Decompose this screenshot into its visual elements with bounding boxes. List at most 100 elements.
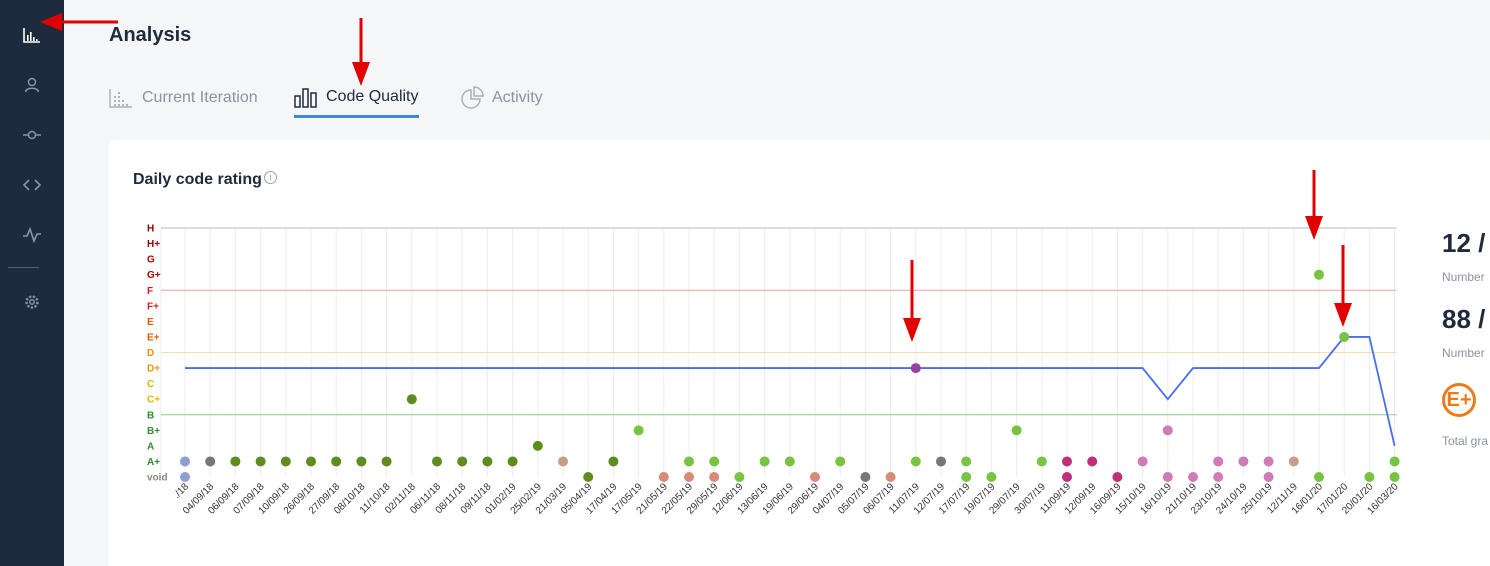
user-icon bbox=[24, 77, 40, 93]
daily-code-rating-chart: voidA+AB+BC+CD+DE+EF+FG+GH+H./1804/09/18… bbox=[147, 224, 1401, 517]
rating-point bbox=[482, 456, 493, 467]
tab-label: Current Iteration bbox=[142, 89, 258, 106]
rating-point bbox=[734, 472, 745, 482]
rating-point bbox=[986, 472, 997, 482]
rating-point bbox=[608, 456, 619, 467]
tab-label: Code Quality bbox=[326, 87, 419, 105]
commit-icon bbox=[23, 130, 41, 140]
page-title: Analysis bbox=[109, 24, 192, 46]
rating-point bbox=[331, 456, 342, 467]
rating-point bbox=[1263, 456, 1274, 467]
gear-icon bbox=[25, 295, 39, 309]
rating-point bbox=[280, 456, 291, 467]
rating-point bbox=[1389, 472, 1400, 482]
rating-point bbox=[961, 472, 972, 482]
rating-point bbox=[936, 456, 946, 467]
rating-point bbox=[1263, 472, 1274, 482]
sidebar-item-activity[interactable] bbox=[0, 215, 64, 255]
rating-point bbox=[1036, 456, 1047, 467]
y-tick-label: C bbox=[147, 379, 154, 390]
code-icon bbox=[22, 179, 42, 191]
rating-point bbox=[709, 472, 720, 482]
rating-point bbox=[432, 456, 442, 467]
rating-point bbox=[356, 456, 367, 467]
rating-point bbox=[507, 456, 518, 467]
y-tick-label: void bbox=[147, 473, 168, 484]
y-tick-label: H bbox=[147, 224, 154, 235]
rating-point bbox=[180, 456, 190, 467]
rating-point bbox=[230, 456, 241, 467]
rating-point bbox=[180, 472, 190, 482]
info-icon[interactable]: i bbox=[263, 171, 277, 184]
rating-point bbox=[684, 456, 694, 467]
rating-point bbox=[759, 456, 770, 467]
tab-label: Activity bbox=[492, 89, 543, 106]
y-tick-label: G bbox=[147, 255, 155, 266]
rating-point bbox=[1162, 472, 1173, 482]
rating-point bbox=[1389, 456, 1400, 467]
pie-chart-icon bbox=[461, 86, 484, 109]
sidebar-item-code[interactable] bbox=[0, 165, 64, 205]
rating-point bbox=[835, 456, 846, 467]
rating-point bbox=[255, 456, 266, 467]
rating-point bbox=[1188, 472, 1198, 482]
stat-value-2: 88 / bbox=[1442, 304, 1486, 334]
bar-chart-icon bbox=[294, 87, 317, 108]
rating-point bbox=[860, 472, 871, 482]
rating-point bbox=[910, 456, 921, 467]
rating-point bbox=[1112, 472, 1123, 482]
x-tick-label: ./18 bbox=[172, 481, 192, 501]
annotation-arrow bbox=[1305, 170, 1323, 240]
sidebar-item-user[interactable] bbox=[0, 65, 64, 105]
stat-value-1: 12 / bbox=[1442, 228, 1486, 258]
rating-point bbox=[1137, 456, 1148, 467]
y-tick-label: E bbox=[147, 317, 154, 328]
rating-point bbox=[684, 472, 694, 482]
card-title-text: Daily code rating bbox=[133, 171, 262, 188]
stat-label-1: Number bbox=[1442, 270, 1485, 284]
rating-point bbox=[658, 472, 669, 482]
rating-point bbox=[1062, 456, 1072, 467]
rating-point bbox=[1213, 456, 1224, 467]
rating-point bbox=[1011, 425, 1022, 436]
rating-point bbox=[558, 456, 568, 467]
rating-point bbox=[205, 456, 216, 467]
rating-point bbox=[1339, 331, 1350, 342]
rating-point bbox=[709, 456, 720, 467]
rating-point bbox=[406, 394, 417, 405]
rating-point bbox=[1314, 472, 1324, 482]
y-tick-label: G+ bbox=[147, 270, 161, 281]
y-tick-label: F bbox=[147, 286, 153, 297]
rating-point bbox=[1238, 456, 1249, 467]
annotation-arrow bbox=[1334, 245, 1352, 327]
rating-point bbox=[583, 472, 594, 482]
sidebar bbox=[0, 0, 64, 566]
y-tick-label: D+ bbox=[147, 364, 160, 375]
grade-label: Total gra bbox=[1442, 434, 1489, 448]
rating-point bbox=[961, 456, 972, 467]
rating-point bbox=[1162, 425, 1173, 436]
pulse-icon bbox=[23, 226, 41, 244]
rating-point bbox=[1062, 472, 1072, 482]
y-tick-label: A+ bbox=[147, 457, 160, 468]
y-tick-label: A bbox=[147, 441, 154, 452]
grade-badge: E+ bbox=[1442, 383, 1476, 417]
rating-point bbox=[1314, 269, 1324, 280]
tab-activity[interactable]: Activity bbox=[460, 78, 543, 118]
y-tick-label: B bbox=[147, 410, 154, 421]
tab-current-iteration[interactable]: Current Iteration bbox=[108, 78, 258, 118]
rating-point bbox=[381, 456, 392, 467]
y-tick-label: H+ bbox=[147, 239, 160, 250]
sidebar-item-commits[interactable] bbox=[0, 115, 64, 155]
y-tick-label: B+ bbox=[147, 426, 160, 437]
sidebar-item-settings[interactable] bbox=[0, 282, 64, 322]
y-tick-label: F+ bbox=[147, 301, 159, 312]
y-tick-label: D bbox=[147, 348, 154, 359]
rating-point bbox=[306, 456, 316, 467]
annotation-arrow bbox=[40, 13, 118, 31]
rating-point bbox=[1288, 456, 1299, 467]
y-tick-label: C+ bbox=[147, 395, 160, 406]
rating-point bbox=[910, 363, 921, 374]
stat-label-2: Number bbox=[1442, 346, 1485, 360]
annotation-arrow bbox=[903, 260, 921, 342]
